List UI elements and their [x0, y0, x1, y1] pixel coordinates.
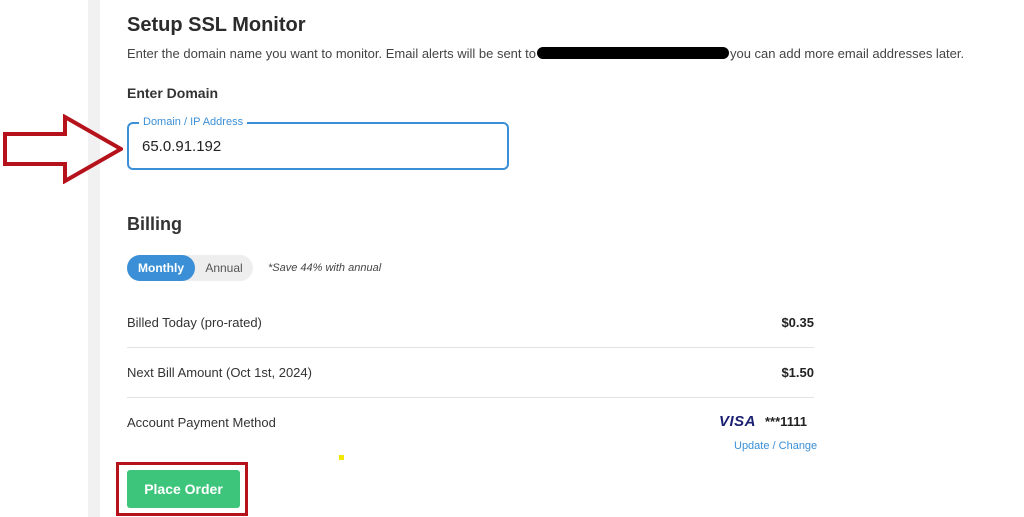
payment-method-label: Account Payment Method	[127, 415, 276, 430]
divider	[127, 397, 814, 398]
save-note: *Save 44% with annual	[268, 262, 382, 274]
left-sidebar-edge	[88, 0, 100, 517]
right-arrow-annotation-icon	[3, 114, 123, 184]
billed-today-amount: $0.35	[781, 315, 814, 330]
page-title: Setup SSL Monitor	[127, 14, 306, 36]
yellow-dot	[339, 455, 344, 460]
card-number-masked: ***1111	[765, 414, 807, 429]
monthly-option[interactable]: Monthly	[127, 255, 195, 281]
intro-text-before: Enter the domain name you want to monito…	[127, 46, 536, 61]
billing-period-toggle[interactable]: Monthly Annual	[127, 255, 253, 281]
visa-logo: VISA	[719, 413, 757, 430]
intro-text-after: you can add more email addresses later.	[729, 46, 965, 61]
update-payment-link[interactable]: Update / Change	[734, 440, 817, 452]
place-order-button[interactable]: Place Order	[127, 470, 240, 508]
domain-field-label: Domain / IP Address	[139, 116, 248, 128]
domain-field[interactable]: Domain / IP Address	[127, 116, 509, 170]
divider	[127, 347, 814, 348]
next-bill-label: Next Bill Amount (Oct 1st, 2024)	[127, 365, 312, 380]
annual-option[interactable]: Annual	[195, 255, 253, 281]
intro-text: Enter the domain name you want to monito…	[127, 46, 964, 61]
next-bill-amount: $1.50	[781, 365, 814, 380]
enter-domain-label: Enter Domain	[127, 85, 219, 101]
domain-input[interactable]	[142, 138, 482, 155]
billing-title: Billing	[127, 214, 182, 234]
billed-today-label: Billed Today (pro-rated)	[127, 315, 262, 330]
redacted-email	[536, 47, 729, 59]
